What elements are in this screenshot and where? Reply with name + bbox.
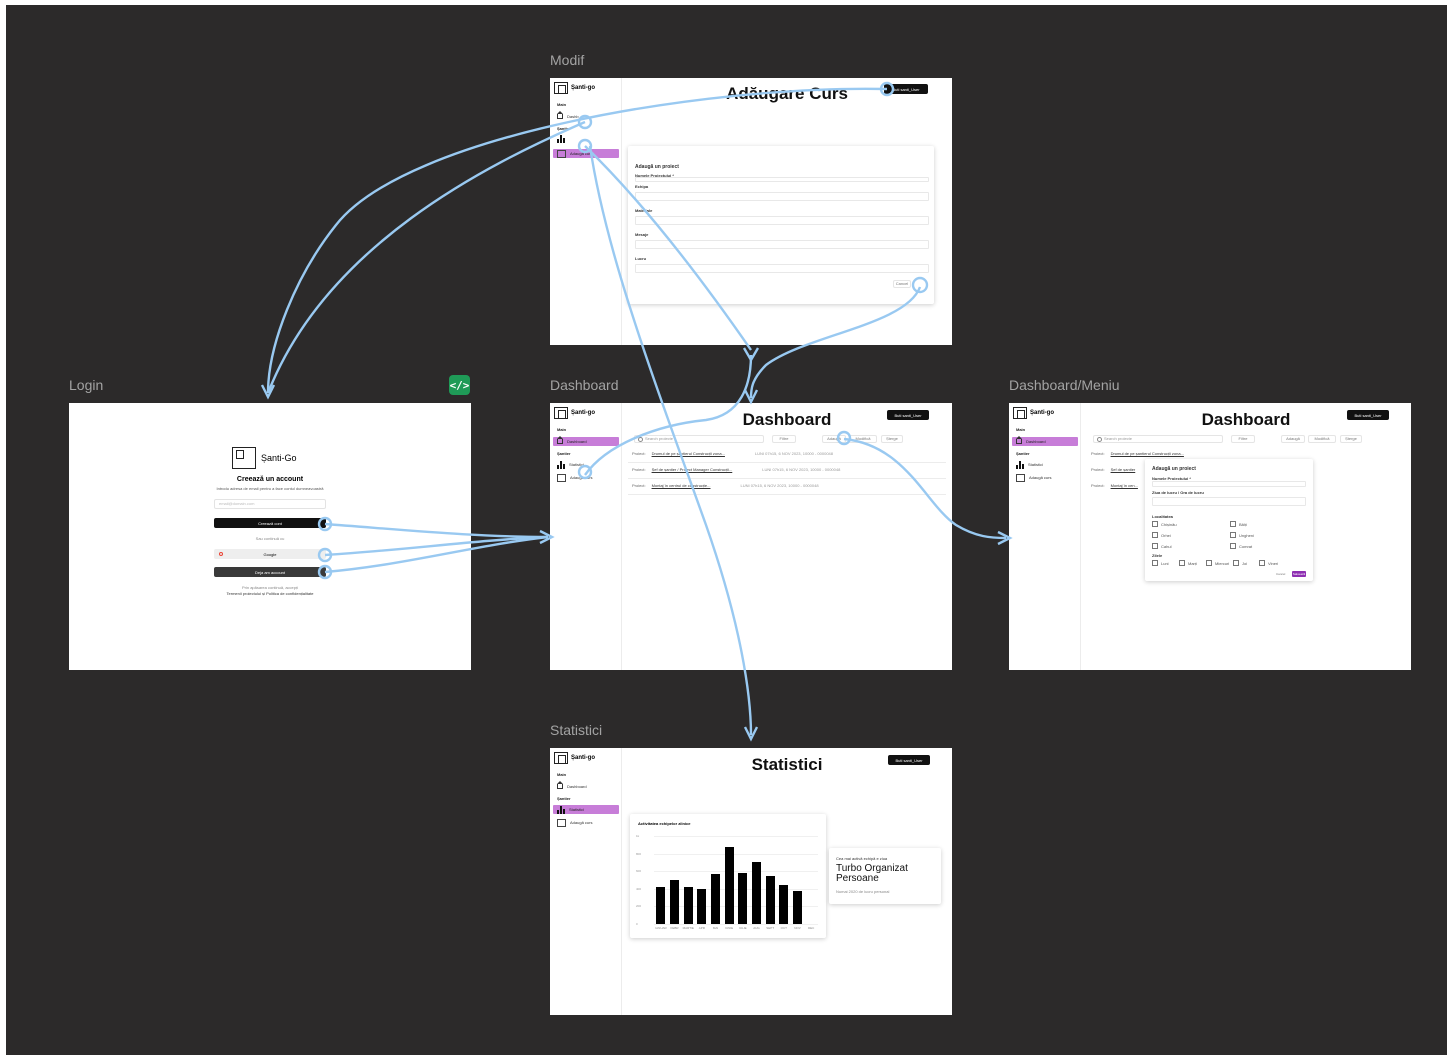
connection-wire — [588, 145, 753, 736]
connection-wire — [266, 120, 586, 394]
connection-handle[interactable] — [836, 430, 852, 446]
connection-wire — [584, 145, 752, 351]
connection-wire — [584, 354, 753, 476]
connection-wire — [324, 535, 549, 574]
design-canvas: Modif Login Dashboard Dashboard/Meniu St… — [6, 5, 1447, 1055]
connection-wire — [324, 535, 549, 557]
connection-wire — [843, 437, 1007, 540]
prototype-connections — [260, 81, 1013, 742]
connection-wire — [324, 522, 549, 539]
connection-wire — [749, 286, 922, 399]
connection-wire — [266, 87, 888, 394]
connection-handle[interactable] — [577, 464, 593, 480]
